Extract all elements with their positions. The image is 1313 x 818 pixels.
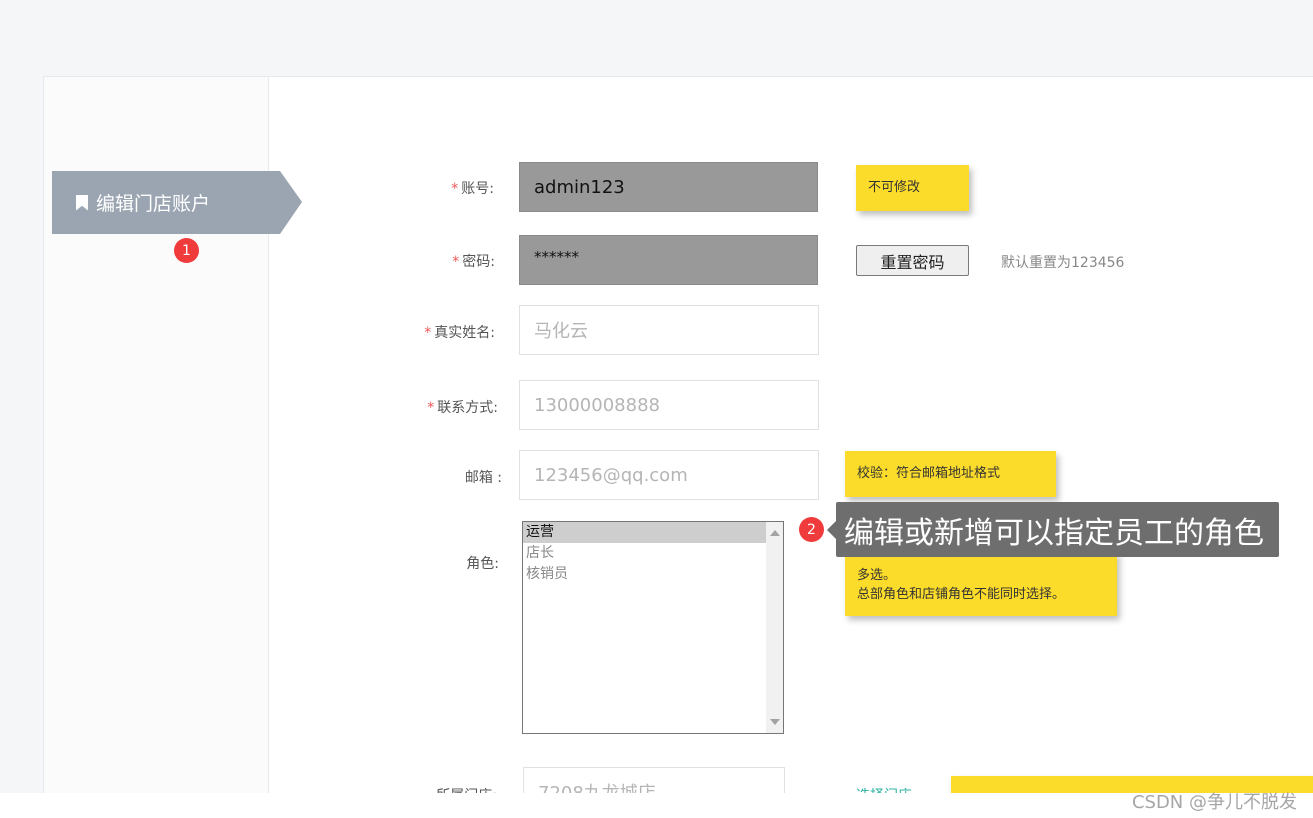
real-name-input[interactable]: 马化云	[519, 305, 819, 355]
email-label: 邮箱 :	[464, 470, 502, 486]
contact-label: * 联系方式:	[427, 400, 498, 416]
password-label: * 密码:	[452, 254, 495, 270]
sidebar-item-label: 编辑门店账户	[96, 193, 211, 215]
annotation-marker-2: 2	[799, 517, 824, 542]
role-label: 角色:	[466, 556, 499, 572]
bottom-strip	[0, 793, 1313, 818]
password-input[interactable]: ******	[519, 235, 818, 285]
sidebar-item-edit-store-account[interactable]: 编辑门店账户	[52, 171, 302, 234]
role-scrollbar[interactable]	[766, 522, 783, 733]
role-option-verifier[interactable]: 核销员	[523, 564, 783, 585]
password-hint: 默认重置为123456	[1001, 255, 1125, 271]
main-panel: 编辑门店账户 1 * 账号: admin123 不可修改 * 密码: ****** …	[43, 76, 1313, 794]
watermark: CSDN @争儿不脱发	[1131, 792, 1297, 813]
email-input[interactable]: 123456@qq.com	[519, 450, 819, 500]
bookmark-icon	[76, 194, 88, 211]
scroll-down-icon[interactable]	[770, 719, 780, 725]
role-multiselect[interactable]: 运营 店长 核销员	[522, 521, 784, 734]
annotation-marker-1: 1	[174, 238, 199, 263]
note-account: 不可修改	[856, 165, 969, 211]
real-name-label: * 真实姓名:	[424, 325, 495, 341]
note-email: 校验：符合邮箱地址格式	[845, 451, 1056, 497]
scroll-up-icon[interactable]	[770, 530, 780, 536]
account-input[interactable]: admin123	[519, 162, 818, 212]
account-label: * 账号:	[451, 181, 494, 197]
role-option-manager[interactable]: 店长	[523, 543, 783, 564]
store-input[interactable]: 7208九龙城店	[523, 767, 785, 794]
reset-password-button[interactable]: 重置密码	[856, 245, 969, 276]
contact-input[interactable]: 13000008888	[519, 380, 819, 430]
role-option-ops[interactable]: 运营	[523, 522, 783, 543]
note-role: 多选。 总部角色和店铺角色不能同时选择。	[845, 552, 1117, 616]
annotation-callout: 编辑或新增可以指定员工的角色	[836, 502, 1279, 557]
